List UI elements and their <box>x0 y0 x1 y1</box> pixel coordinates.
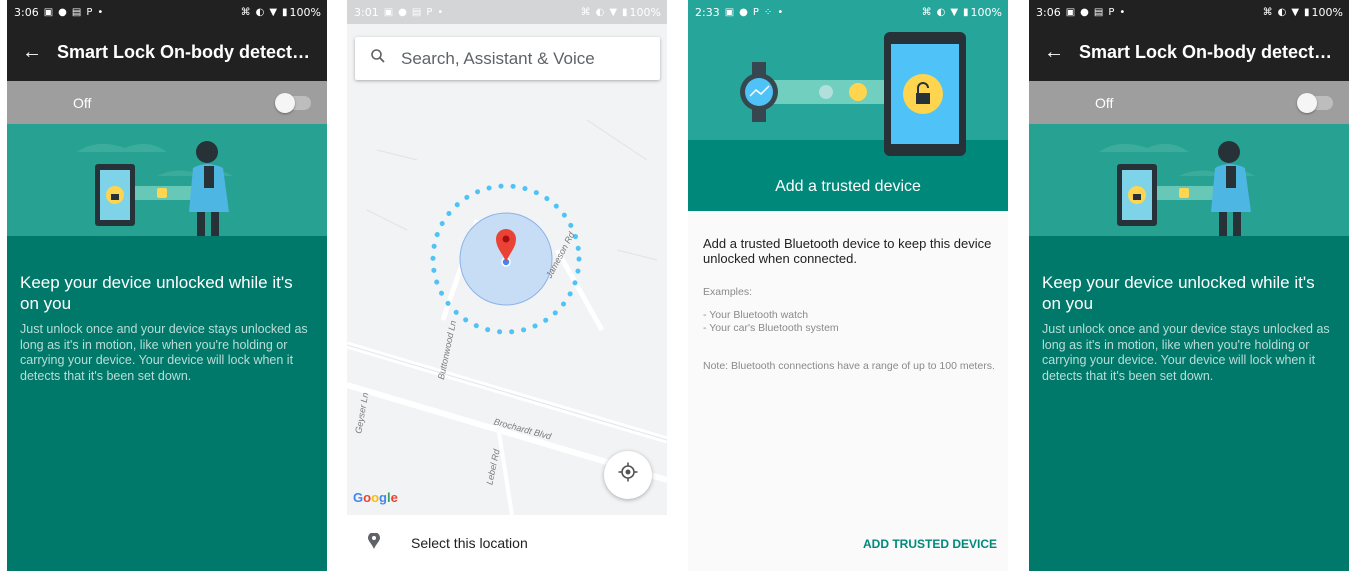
sync-icon: ⁘ <box>763 6 773 18</box>
battery-icon: ▮ <box>622 6 628 18</box>
status-bar: 3:01 ▣ ● ▤ P • ⌘ ◐ ▼ ▮ 100% <box>347 0 667 24</box>
smartlock-screen-left: 3:06 ▣ ● ▤ P • ⌘ ◐ ▼ ▮ 100% ← Smart Lock… <box>7 0 327 571</box>
battery-percent: 100% <box>1311 5 1343 19</box>
location-icon: ● <box>398 6 407 18</box>
notification-icon: ▤ <box>411 6 422 18</box>
page-title: Smart Lock On-body detecti… <box>1079 42 1337 62</box>
my-location-button[interactable] <box>604 451 652 499</box>
app-bar: ← Smart Lock On-body detecti… <box>7 24 327 81</box>
headline: Keep your device unlocked while it's on … <box>1042 273 1315 313</box>
pinterest-icon: P <box>752 6 759 18</box>
on-body-illustration <box>7 124 327 236</box>
example-item: - Your car's Bluetooth system <box>703 322 839 334</box>
gallery-icon: ▣ <box>43 6 54 18</box>
pinterest-icon: P <box>86 6 93 18</box>
location-icon: ● <box>58 6 67 18</box>
gallery-icon: ▣ <box>383 6 394 18</box>
status-time: 2:33 <box>695 5 720 19</box>
battery-percent: 100% <box>970 5 1002 19</box>
description: Just unlock once and your device stays u… <box>20 322 308 383</box>
content-area: Keep your device unlocked while it's on … <box>7 236 327 571</box>
arrow-back-icon[interactable]: ← <box>1029 41 1079 64</box>
description: Just unlock once and your device stays u… <box>1042 322 1330 383</box>
search-icon <box>355 48 401 69</box>
battery-percent: 100% <box>289 5 321 19</box>
wifi-icon: ▼ <box>609 6 618 18</box>
content-area: Keep your device unlocked while it's on … <box>1029 236 1349 571</box>
select-location-button[interactable]: Select this location <box>347 515 667 571</box>
gallery-icon: ▣ <box>724 6 735 18</box>
status-time: 3:06 <box>1036 5 1061 19</box>
wifi-icon: ▼ <box>1291 6 1300 18</box>
location-icon: ● <box>739 6 748 18</box>
description: Add a trusted Bluetooth device to keep t… <box>703 236 992 266</box>
location-pin-icon <box>347 531 401 554</box>
battery-percent: 100% <box>629 5 661 19</box>
nfc-icon: ⌘ <box>921 6 932 18</box>
nfc-icon: ⌘ <box>1262 6 1273 18</box>
smartlock-screen-right: 3:06 ▣ ● ▤ P • ⌘ ◐ ▼ ▮ 100% ← Smart Lock… <box>1029 0 1349 571</box>
notification-icon: ▤ <box>1093 6 1104 18</box>
trusted-device-illustration: Add a trusted device 2:33 ▣ ● P ⁘ • ⌘ ◐ … <box>688 0 1008 211</box>
toggle-label: Off <box>73 94 92 111</box>
search-input[interactable]: Search, Assistant & Voice <box>401 49 595 69</box>
wifi-icon: ▼ <box>269 6 278 18</box>
on-body-illustration <box>1029 124 1349 236</box>
vibrate-icon: ◐ <box>936 6 946 18</box>
nfc-icon: ⌘ <box>240 6 251 18</box>
more-dot-icon: • <box>437 6 444 18</box>
vibrate-icon: ◐ <box>595 6 605 18</box>
maps-screen: 3:01 ▣ ● ▤ P • ⌘ ◐ ▼ ▮ 100% Search, Assi… <box>347 0 667 571</box>
status-bar: 3:06 ▣ ● ▤ P • ⌘ ◐ ▼ ▮ 100% <box>7 0 327 24</box>
page-title: Add a trusted device <box>775 178 921 195</box>
status-time: 3:06 <box>14 5 39 19</box>
wifi-icon: ▼ <box>950 6 959 18</box>
my-location-icon <box>618 462 638 488</box>
select-location-label: Select this location <box>411 535 528 551</box>
nfc-icon: ⌘ <box>580 6 591 18</box>
arrow-back-icon[interactable]: ← <box>7 41 57 64</box>
examples-label: Examples: <box>703 286 753 298</box>
pinterest-icon: P <box>426 6 433 18</box>
search-bar[interactable]: Search, Assistant & Voice <box>355 37 660 80</box>
page-title: Smart Lock On-body detecti… <box>57 42 315 62</box>
headline: Keep your device unlocked while it's on … <box>20 273 293 313</box>
pinterest-icon: P <box>1108 6 1115 18</box>
trusted-device-screen: Add a trusted device 2:33 ▣ ● P ⁘ • ⌘ ◐ … <box>688 0 1008 571</box>
add-trusted-device-button[interactable]: ADD TRUSTED DEVICE <box>863 537 997 551</box>
vibrate-icon: ◐ <box>1277 6 1287 18</box>
more-dot-icon: • <box>1119 6 1126 18</box>
location-icon: ● <box>1080 6 1089 18</box>
status-time: 3:01 <box>354 5 379 19</box>
on-body-switch[interactable] <box>1297 92 1333 113</box>
battery-icon: ▮ <box>963 6 969 18</box>
range-note: Note: Bluetooth connections have a range… <box>703 360 995 372</box>
master-toggle-row[interactable]: Off <box>1029 81 1349 124</box>
notification-icon: ▤ <box>71 6 82 18</box>
app-bar: ← Smart Lock On-body detecti… <box>1029 24 1349 81</box>
status-bar: 3:06 ▣ ● ▤ P • ⌘ ◐ ▼ ▮ 100% <box>1029 0 1349 24</box>
example-item: - Your Bluetooth watch <box>703 309 809 321</box>
master-toggle-row[interactable]: Off <box>7 81 327 124</box>
content-area: Add a trusted Bluetooth device to keep t… <box>688 211 1008 571</box>
more-dot-icon: • <box>777 6 784 18</box>
map-view[interactable]: 3:01 ▣ ● ▤ P • ⌘ ◐ ▼ ▮ 100% Search, Assi… <box>347 0 667 515</box>
more-dot-icon: • <box>97 6 104 18</box>
gallery-icon: ▣ <box>1065 6 1076 18</box>
vibrate-icon: ◐ <box>255 6 265 18</box>
google-logo: Google <box>353 490 398 505</box>
battery-icon: ▮ <box>1304 6 1310 18</box>
battery-icon: ▮ <box>282 6 288 18</box>
status-bar: 2:33 ▣ ● P ⁘ • ⌘ ◐ ▼ ▮ 100% <box>688 0 1008 24</box>
toggle-label: Off <box>1095 94 1114 111</box>
on-body-switch[interactable] <box>275 92 311 113</box>
